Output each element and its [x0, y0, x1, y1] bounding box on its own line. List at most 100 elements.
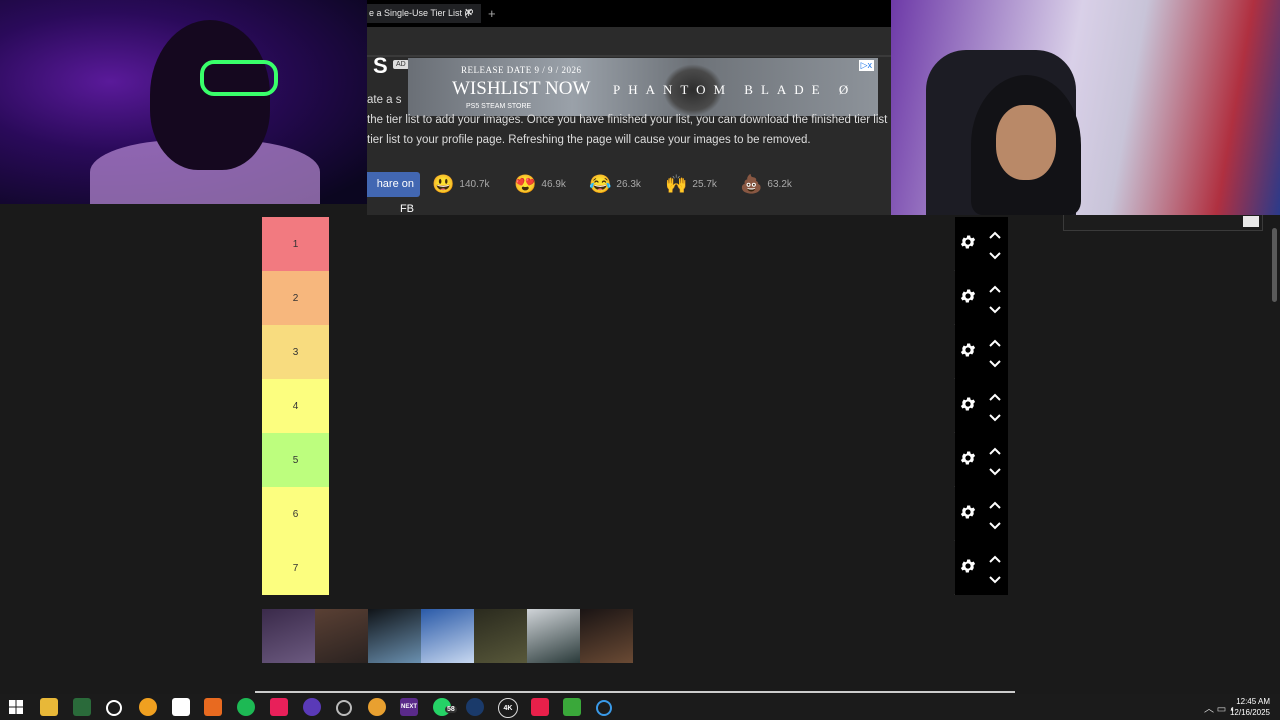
chevron-down-icon[interactable]	[988, 356, 1002, 368]
clock-time: 12:45 AM	[1236, 697, 1270, 706]
poop-emoji-icon: 💩	[740, 174, 763, 194]
clock-app-icon[interactable]	[336, 700, 352, 716]
whatsapp-icon[interactable]: 58	[433, 698, 457, 716]
share-on-fb-button[interactable]: hare on FB	[367, 172, 420, 215]
chevron-down-icon[interactable]	[988, 248, 1002, 260]
pool-image[interactable]	[580, 609, 633, 663]
chevron-up-icon[interactable]	[988, 281, 1002, 293]
gear-icon[interactable]	[959, 287, 977, 305]
pool-image[interactable]	[527, 609, 580, 663]
site-logo[interactable]: S	[373, 53, 388, 79]
side-widget-thumb[interactable]	[1243, 216, 1259, 227]
gear-icon[interactable]	[959, 557, 977, 575]
reaction-count: 26.3k	[616, 179, 641, 190]
file-explorer-icon[interactable]	[40, 698, 58, 716]
tier-row: 4	[262, 379, 1008, 433]
ad-badge: AD	[393, 60, 409, 69]
spotify-icon[interactable]	[237, 698, 255, 716]
tier-row: 2	[262, 271, 1008, 325]
whatsapp-badge: 58	[445, 706, 457, 713]
tier-drop-zone[interactable]	[329, 271, 954, 325]
gear-icon[interactable]	[959, 449, 977, 467]
browser-tab-strip: e a Single-Use Tier List (P ✕ +	[367, 0, 891, 27]
chevron-up-icon[interactable]	[988, 551, 1002, 563]
vlc-icon[interactable]	[204, 698, 222, 716]
tier-controls	[955, 487, 1008, 541]
tier-label[interactable]: 7	[262, 541, 329, 595]
tier-label[interactable]: 5	[262, 433, 329, 487]
gear-icon[interactable]	[959, 341, 977, 359]
ad-release-date: RELEASE DATE 9 / 9 / 2026	[461, 65, 582, 75]
recorder-app-icon[interactable]	[531, 698, 549, 716]
pool-image[interactable]	[368, 609, 421, 663]
ad-close-icon[interactable]: ▷x	[858, 60, 874, 71]
pool-image[interactable]	[474, 609, 527, 663]
tier-label[interactable]: 3	[262, 325, 329, 379]
side-widget	[1063, 215, 1263, 231]
chevron-up-icon[interactable]	[988, 227, 1002, 239]
description-line-1: ate a s	[367, 94, 402, 106]
reaction-count: 63.2k	[767, 179, 792, 190]
gear-icon[interactable]	[959, 395, 977, 413]
spreadsheet-app-icon[interactable]	[73, 698, 91, 716]
system-clock[interactable]: 12:45 AM 12/16/2025	[1230, 696, 1270, 718]
capcut-icon[interactable]	[172, 698, 190, 716]
tier-row: 5	[262, 433, 1008, 487]
pool-image[interactable]	[421, 609, 474, 663]
reaction-button[interactable]: 😍 46.9k	[514, 172, 566, 197]
steam-icon[interactable]	[466, 698, 484, 716]
chevron-up-icon[interactable]	[988, 497, 1002, 509]
video-progress-line	[255, 691, 1015, 693]
chevron-down-icon[interactable]	[988, 518, 1002, 530]
chrome-profile-icon[interactable]	[303, 698, 321, 716]
pool-image[interactable]	[262, 609, 315, 663]
tier-drop-zone[interactable]	[329, 541, 954, 595]
network-app-icon[interactable]	[596, 700, 612, 716]
chevron-down-icon[interactable]	[988, 572, 1002, 584]
tier-label[interactable]: 4	[262, 379, 329, 433]
tier-drop-zone[interactable]	[329, 325, 954, 379]
discord-app-icon[interactable]	[139, 698, 157, 716]
tier-drop-zone[interactable]	[329, 217, 954, 271]
chevron-down-icon[interactable]	[988, 410, 1002, 422]
webcam-right-face	[996, 105, 1056, 180]
tier-row: 3	[262, 325, 1008, 379]
chevron-down-icon[interactable]	[988, 464, 1002, 476]
chrome-icon[interactable]	[368, 698, 386, 716]
new-tab-button[interactable]: +	[488, 4, 496, 23]
gear-icon[interactable]	[959, 503, 977, 521]
tier-label[interactable]: 6	[262, 487, 329, 541]
tier-drop-zone[interactable]	[329, 487, 954, 541]
tier-label-text: 4	[292, 400, 299, 412]
pool-image[interactable]	[315, 609, 368, 663]
description-line-2: the tier list to add your images. Once y…	[367, 114, 891, 126]
reaction-button[interactable]: 😃 140.7k	[432, 172, 489, 197]
webcam-left	[0, 0, 367, 204]
tiktok-icon[interactable]	[270, 698, 288, 716]
chevron-up-icon[interactable]	[988, 389, 1002, 401]
reaction-button[interactable]: 💩 63.2k	[740, 172, 792, 197]
address-bar[interactable]	[367, 27, 891, 57]
obs-icon[interactable]	[106, 700, 122, 716]
tier-drop-zone[interactable]	[329, 379, 954, 433]
scrollbar-thumb[interactable]	[1272, 228, 1277, 302]
4k-downloader-icon[interactable]: 4K	[498, 698, 518, 718]
chevron-down-icon[interactable]	[988, 302, 1002, 314]
chevron-up-icon[interactable]	[988, 335, 1002, 347]
gear-icon[interactable]	[959, 233, 977, 251]
tier-controls	[955, 379, 1008, 433]
tier-label[interactable]: 1	[262, 217, 329, 271]
minecraft-icon[interactable]	[563, 698, 581, 716]
tier-label-text: 5	[292, 454, 299, 466]
windows-start-icon[interactable]	[7, 698, 25, 716]
tier-drop-zone[interactable]	[329, 433, 954, 487]
reaction-button[interactable]: 😂 26.3k	[589, 172, 641, 197]
tier-label[interactable]: 2	[262, 271, 329, 325]
next-app-icon[interactable]: NEXT	[400, 698, 418, 716]
tab-close-icon[interactable]: ✕	[464, 4, 473, 23]
reaction-button[interactable]: 🙌 25.7k	[665, 172, 717, 197]
heart-eyes-emoji-icon: 😍	[514, 174, 537, 194]
description-line-3: tier list to your profile page. Refreshi…	[367, 134, 811, 146]
tier-label-text: 7	[292, 562, 299, 574]
chevron-up-icon[interactable]	[988, 443, 1002, 455]
